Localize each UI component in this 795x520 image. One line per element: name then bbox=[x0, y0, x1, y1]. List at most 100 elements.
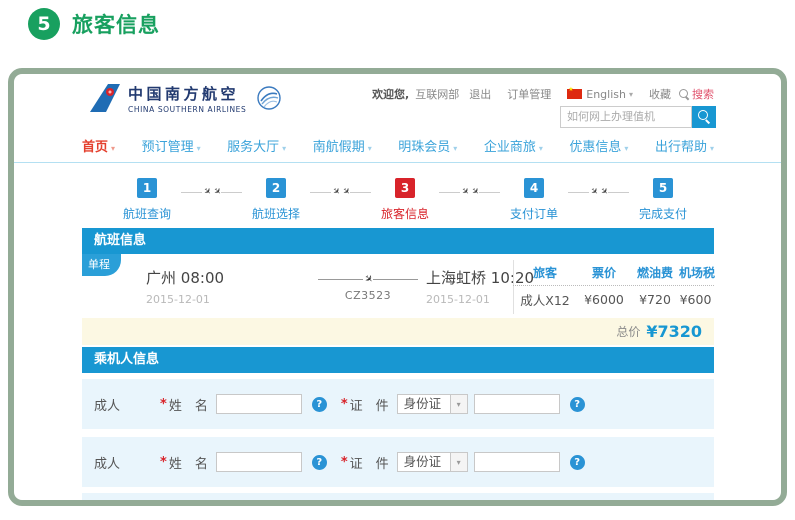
site-search bbox=[560, 106, 716, 128]
plane-icon bbox=[210, 186, 222, 198]
nav-item-corporate[interactable]: 企业商旅 bbox=[484, 136, 543, 155]
airline-name: 中国南方航空 CHINA SOUTHERN AIRLINES bbox=[128, 83, 246, 114]
nav-item-help[interactable]: 出行帮助 bbox=[655, 136, 714, 155]
search-link[interactable]: 搜索 bbox=[692, 86, 714, 102]
required-asterisk: * bbox=[341, 455, 348, 470]
nav-item-holiday[interactable]: 南航假期 bbox=[313, 136, 372, 155]
airline-tail-icon bbox=[86, 82, 122, 114]
help-icon[interactable] bbox=[570, 397, 585, 412]
step-label: 完成支付 bbox=[629, 205, 697, 222]
departure-date: 2015-12-01 bbox=[146, 293, 224, 306]
step-number: 5 bbox=[653, 178, 673, 198]
search-input[interactable] bbox=[560, 106, 692, 128]
step-number: 4 bbox=[524, 178, 544, 198]
nav-item-service[interactable]: 服务大厅 bbox=[227, 136, 286, 155]
nav-label: 首页 bbox=[82, 140, 108, 155]
plane-icon bbox=[597, 186, 609, 198]
step-passenger-info: 3 旅客信息 bbox=[371, 178, 439, 222]
nav-item-booking[interactable]: 预订管理 bbox=[142, 136, 201, 155]
browser-frame: 中国南方航空 CHINA SOUTHERN AIRLINES 欢迎您, 互联网部… bbox=[8, 68, 787, 506]
chevron-down-icon bbox=[453, 144, 457, 153]
step-label: 支付订单 bbox=[500, 205, 568, 222]
nav-label: 企业商旅 bbox=[484, 140, 536, 155]
step-connector bbox=[568, 187, 629, 197]
step-connector bbox=[181, 187, 242, 197]
step-number: 2 bbox=[266, 178, 286, 198]
select-arrow-button[interactable] bbox=[450, 395, 467, 413]
select-arrow-button[interactable] bbox=[450, 453, 467, 471]
step-flight-search: 1 航班查询 bbox=[113, 178, 181, 222]
order-manage-link[interactable]: 订单管理 bbox=[507, 86, 551, 102]
booking-progress: 1 航班查询 2 航班选择 3 旅客信息 4 支付订单 5 完成支付 bbox=[113, 178, 697, 222]
arrival-city: 上海虹桥 bbox=[426, 269, 486, 287]
passenger-form-row: 成人 * 姓 名 * 证 件 身份证 bbox=[82, 379, 714, 429]
step-complete: 5 完成支付 bbox=[629, 178, 697, 222]
col-fare: 票价 bbox=[577, 264, 631, 281]
name-input[interactable] bbox=[216, 452, 302, 472]
nav-label: 明珠会员 bbox=[398, 140, 450, 155]
departure-city-time: 广州 08:00 bbox=[146, 267, 224, 288]
flight-info-header: 航班信息 bbox=[82, 228, 714, 254]
id-field-label: 证 件 bbox=[350, 453, 389, 472]
cell-fuel: ¥720 bbox=[631, 292, 679, 307]
chevron-down-icon bbox=[111, 144, 115, 153]
required-asterisk: * bbox=[341, 397, 348, 412]
id-field-label: 证 件 bbox=[350, 395, 389, 414]
favorite-link[interactable]: 收藏 bbox=[649, 86, 671, 102]
cell-tax: ¥600 bbox=[679, 292, 712, 307]
passenger-form-row-clipped bbox=[82, 493, 714, 506]
help-icon[interactable] bbox=[312, 455, 327, 470]
step-number: 3 bbox=[395, 178, 415, 198]
col-tax: 机场税 bbox=[679, 264, 712, 281]
chevron-down-icon bbox=[457, 400, 461, 409]
passenger-type-label: 成人 bbox=[94, 453, 134, 472]
total-price-label: 总价 bbox=[616, 323, 640, 340]
search-button[interactable] bbox=[692, 106, 716, 128]
help-icon[interactable] bbox=[312, 397, 327, 412]
step-label: 航班查询 bbox=[113, 205, 181, 222]
nav-label: 南航假期 bbox=[313, 140, 365, 155]
id-type-select[interactable]: 身份证 bbox=[397, 394, 468, 414]
name-input[interactable] bbox=[216, 394, 302, 414]
required-asterisk: * bbox=[160, 397, 167, 412]
utility-bar: 欢迎您, 互联网部 退出 订单管理 English 收藏 搜索 bbox=[372, 86, 714, 102]
departure-block: 广州 08:00 2015-12-01 bbox=[146, 267, 224, 306]
nav-item-home[interactable]: 首页 bbox=[82, 136, 115, 155]
page-heading: 5 旅客信息 bbox=[28, 8, 160, 40]
col-passenger: 旅客 bbox=[513, 264, 577, 281]
step-connector bbox=[310, 187, 371, 197]
cell-fare: ¥6000 bbox=[577, 292, 631, 307]
trip-type-badge: 单程 bbox=[82, 254, 121, 276]
departure-city: 广州 bbox=[146, 269, 176, 287]
price-table-header: 旅客 票价 燃油费 机场税 bbox=[513, 260, 714, 286]
nav-label: 预订管理 bbox=[142, 140, 194, 155]
page-title: 旅客信息 bbox=[72, 9, 160, 39]
chevron-down-icon bbox=[629, 90, 633, 99]
chevron-down-icon bbox=[539, 144, 543, 153]
name-field-label: 姓 名 bbox=[169, 453, 208, 472]
username-link[interactable]: 互联网部 bbox=[415, 86, 459, 102]
col-fuel: 燃油费 bbox=[631, 264, 679, 281]
total-price-row: 总价 ¥7320 bbox=[82, 318, 714, 345]
id-type-value: 身份证 bbox=[398, 453, 450, 471]
name-field-label: 姓 名 bbox=[169, 395, 208, 414]
airline-logo[interactable]: 中国南方航空 CHINA SOUTHERN AIRLINES bbox=[86, 82, 282, 114]
id-type-value: 身份证 bbox=[398, 395, 450, 413]
id-type-select[interactable]: 身份证 bbox=[397, 452, 468, 472]
step-connector bbox=[439, 187, 500, 197]
nav-label: 出行帮助 bbox=[655, 140, 707, 155]
language-select[interactable]: English bbox=[586, 88, 626, 101]
nav-label: 优惠信息 bbox=[569, 140, 621, 155]
id-number-input[interactable] bbox=[474, 452, 560, 472]
flight-number: CZ3523 bbox=[318, 289, 418, 302]
nav-item-promotions[interactable]: 优惠信息 bbox=[569, 136, 628, 155]
nav-item-member[interactable]: 明珠会员 bbox=[398, 136, 457, 155]
nav-label: 服务大厅 bbox=[227, 140, 279, 155]
logout-link[interactable]: 退出 bbox=[469, 86, 491, 102]
passenger-info-header: 乘机人信息 bbox=[82, 347, 714, 373]
id-number-input[interactable] bbox=[474, 394, 560, 414]
chevron-down-icon bbox=[368, 144, 372, 153]
step-number: 1 bbox=[137, 178, 157, 198]
step-label: 旅客信息 bbox=[371, 205, 439, 222]
help-icon[interactable] bbox=[570, 455, 585, 470]
